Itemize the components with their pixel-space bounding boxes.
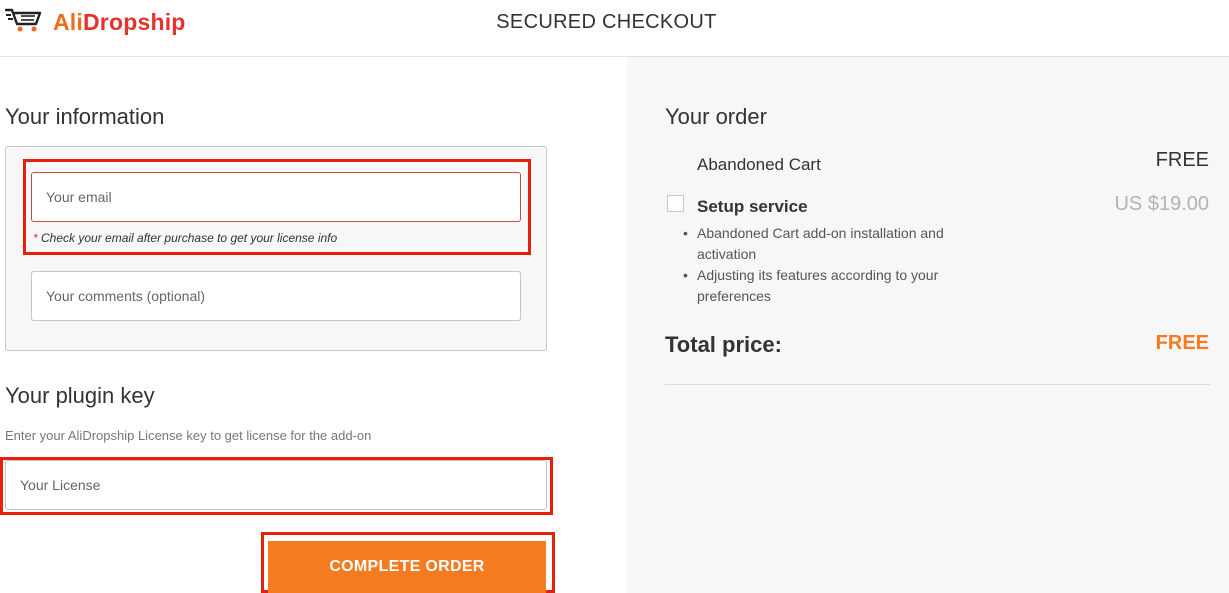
comments-input[interactable]: Your comments (optional) [31,271,521,321]
email-input[interactable]: Your email [31,172,521,222]
plugin-key-heading: Your plugin key [5,383,155,408]
product-price: FREE [1155,149,1209,171]
plugin-key-description: Enter your AliDropship License key to ge… [5,428,372,443]
setup-service-details: Abandoned Cart add-on installation and a… [683,223,962,307]
your-information-heading: Your information [5,104,165,129]
complete-order-button[interactable]: COMPLETE ORDER [268,541,546,593]
total-price-label: Total price: [665,332,782,357]
license-input[interactable]: Your License [5,460,547,510]
setup-detail-item: Abandoned Cart add-on installation and a… [683,223,962,265]
total-price-value: FREE [1155,332,1209,354]
setup-service-price: US $19.00 [1114,193,1209,215]
required-asterisk: * [33,231,38,245]
your-order-heading: Your order [665,104,767,129]
setup-service-checkbox[interactable] [667,195,684,212]
setup-service-label[interactable]: Setup service [697,197,808,217]
order-divider [665,384,1210,385]
email-hint: * Check your email after purchase to get… [33,231,337,245]
page-title: SECURED CHECKOUT [496,11,717,33]
email-hint-text: Check your email after purchase to get y… [41,231,338,245]
page-header: AliDropship SECURED CHECKOUT [0,0,1229,57]
product-name: Abandoned Cart [697,155,821,174]
setup-detail-item: Adjusting its features according to your… [683,265,962,307]
order-summary-panel [627,57,1229,593]
